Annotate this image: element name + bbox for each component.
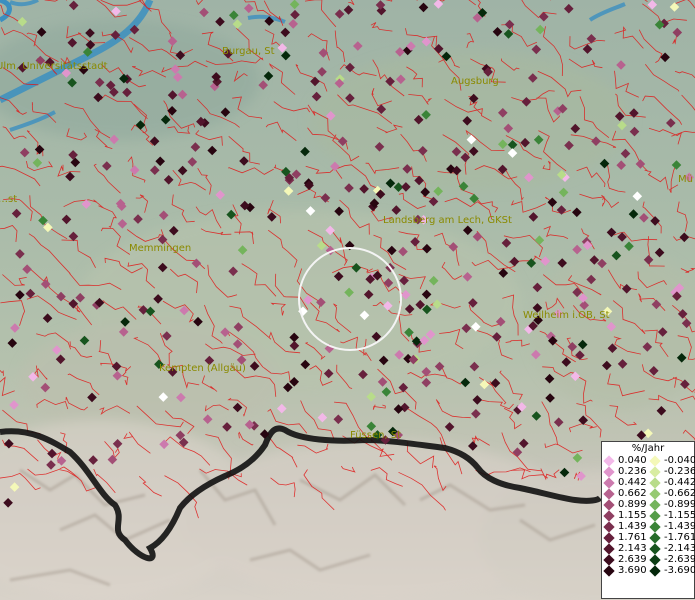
legend-value: -1.155 xyxy=(664,510,695,521)
legend-swatch-icon xyxy=(649,531,661,544)
legend-swatch-icon xyxy=(603,476,615,489)
legend-swatch-icon xyxy=(649,520,661,533)
legend-entry-positive: 2.143 xyxy=(602,542,648,555)
legend-entry-negative: -0.236 xyxy=(648,465,695,478)
legend-swatch-icon xyxy=(603,465,615,478)
legend-entry-positive: 0.662 xyxy=(602,487,648,500)
legend-row: 1.439 -1.439 xyxy=(602,520,695,533)
city-label-ulm: Ulm, Universitätsstadt xyxy=(0,61,108,72)
legend-swatch-icon xyxy=(649,454,661,467)
city-label-muenchen: Mü xyxy=(678,174,693,185)
legend-entry-negative: -0.040 xyxy=(648,454,695,467)
legend-value: 0.662 xyxy=(618,488,647,499)
legend-value: 0.442 xyxy=(618,477,647,488)
legend-entry-negative: -0.899 xyxy=(648,498,695,511)
legend-entry-positive: 2.639 xyxy=(602,553,648,566)
legend-value: -0.236 xyxy=(664,466,695,477)
legend-value: 3.690 xyxy=(618,565,647,576)
legend-value: -0.899 xyxy=(664,499,695,510)
legend-entry-negative: -2.639 xyxy=(648,553,695,566)
selection-circle-layer xyxy=(298,247,402,351)
legend-entry-negative: -2.143 xyxy=(648,542,695,555)
legend-entry-negative: -1.761 xyxy=(648,531,695,544)
legend-row: 2.639 -2.639 xyxy=(602,553,695,566)
legend-title: %/Jahr xyxy=(631,443,665,454)
legend-entry-negative: -1.439 xyxy=(648,520,695,533)
legend-entry-negative: -1.155 xyxy=(648,509,695,522)
legend-value: 2.143 xyxy=(618,543,647,554)
legend-swatch-icon xyxy=(649,509,661,522)
legend-swatch-icon xyxy=(603,520,615,533)
legend-row: 0.899 -0.899 xyxy=(602,498,695,511)
legend-value: 1.439 xyxy=(618,521,647,532)
legend-swatch-icon xyxy=(649,553,661,566)
legend-swatch-icon xyxy=(649,487,661,500)
legend-value: 1.155 xyxy=(618,510,647,521)
legend-entry-negative: -0.442 xyxy=(648,476,695,489)
city-label-memmingen: Memmingen xyxy=(129,243,192,254)
legend-entry-positive: 1.155 xyxy=(602,509,648,522)
selection-circle[interactable] xyxy=(298,247,402,351)
legend-value: -2.639 xyxy=(664,554,695,565)
legend-row: 1.155 -1.155 xyxy=(602,509,695,522)
legend-value: 0.040 xyxy=(618,455,647,466)
legend-swatch-icon xyxy=(603,553,615,566)
city-label-augsburg: Augsburg xyxy=(451,76,499,87)
legend-row: 0.236 -0.236 xyxy=(602,465,695,478)
legend-row: 0.442 -0.442 xyxy=(602,476,695,489)
legend-entry-positive: 3.690 xyxy=(602,564,648,577)
legend-swatch-icon xyxy=(649,476,661,489)
legend-swatch-icon xyxy=(649,498,661,511)
city-label-weilheim: Weilheim i.OB, St xyxy=(523,310,610,321)
legend-value: 2.639 xyxy=(618,554,647,565)
city-label-landsberg: Landsberg am Lech, GKSt xyxy=(383,215,512,226)
legend-value: 0.236 xyxy=(618,466,647,477)
legend-value: -0.442 xyxy=(664,477,695,488)
legend-swatch-icon xyxy=(603,509,615,522)
legend-entry-positive: 1.439 xyxy=(602,520,648,533)
legend-entry-positive: 1.761 xyxy=(602,531,648,544)
legend-value: 1.761 xyxy=(618,532,647,543)
legend-swatch-icon xyxy=(603,564,615,577)
legend-entry-positive: 0.899 xyxy=(602,498,648,511)
legend-row: 0.040 -0.040 xyxy=(602,454,695,467)
legend-swatch-icon xyxy=(603,498,615,511)
legend-row: 2.143 -2.143 xyxy=(602,542,695,555)
legend-value: -0.662 xyxy=(664,488,695,499)
legend-swatch-icon xyxy=(603,487,615,500)
legend-value: -0.040 xyxy=(664,455,695,466)
legend-swatch-icon xyxy=(649,465,661,478)
map-canvas[interactable]: Ulm, Universitätsstadt Burgau, St Augsbu… xyxy=(0,0,695,600)
legend-entry-positive: 0.442 xyxy=(602,476,648,489)
legend-row: 3.690 -3.690 xyxy=(602,564,695,577)
legend-row: 1.761 -1.761 xyxy=(602,531,695,544)
legend-swatch-icon xyxy=(649,542,661,555)
legend-swatch-icon xyxy=(649,564,661,577)
legend-entry-positive: 0.236 xyxy=(602,465,648,478)
city-label-partial-left: …st xyxy=(0,194,18,205)
legend-value: -3.690 xyxy=(664,565,695,576)
legend-entry-negative: -3.690 xyxy=(648,564,695,577)
legend-value: 0.899 xyxy=(618,499,647,510)
legend-entry-negative: -0.662 xyxy=(648,487,695,500)
legend-swatch-icon xyxy=(603,531,615,544)
legend-row: 0.662 -0.662 xyxy=(602,487,695,500)
legend-value: -1.439 xyxy=(664,521,695,532)
legend-rows: 0.040 -0.040 0.236 -0.236 0.442 -0.442 0.662 -0… xyxy=(602,454,695,577)
city-label-burgau: Burgau, St xyxy=(222,46,275,57)
city-label-fuessen: Füssen, St xyxy=(350,430,402,441)
legend: %/Jahr 0.040 -0.040 0.236 -0.236 0.442 -0.442… xyxy=(601,441,695,599)
legend-value: -1.761 xyxy=(664,532,695,543)
legend-entry-positive: 0.040 xyxy=(602,454,648,467)
city-label-kempten: Kempten (Allgäu) xyxy=(159,363,246,374)
legend-swatch-icon xyxy=(603,454,615,467)
legend-swatch-icon xyxy=(603,542,615,555)
legend-value: -2.143 xyxy=(664,543,695,554)
